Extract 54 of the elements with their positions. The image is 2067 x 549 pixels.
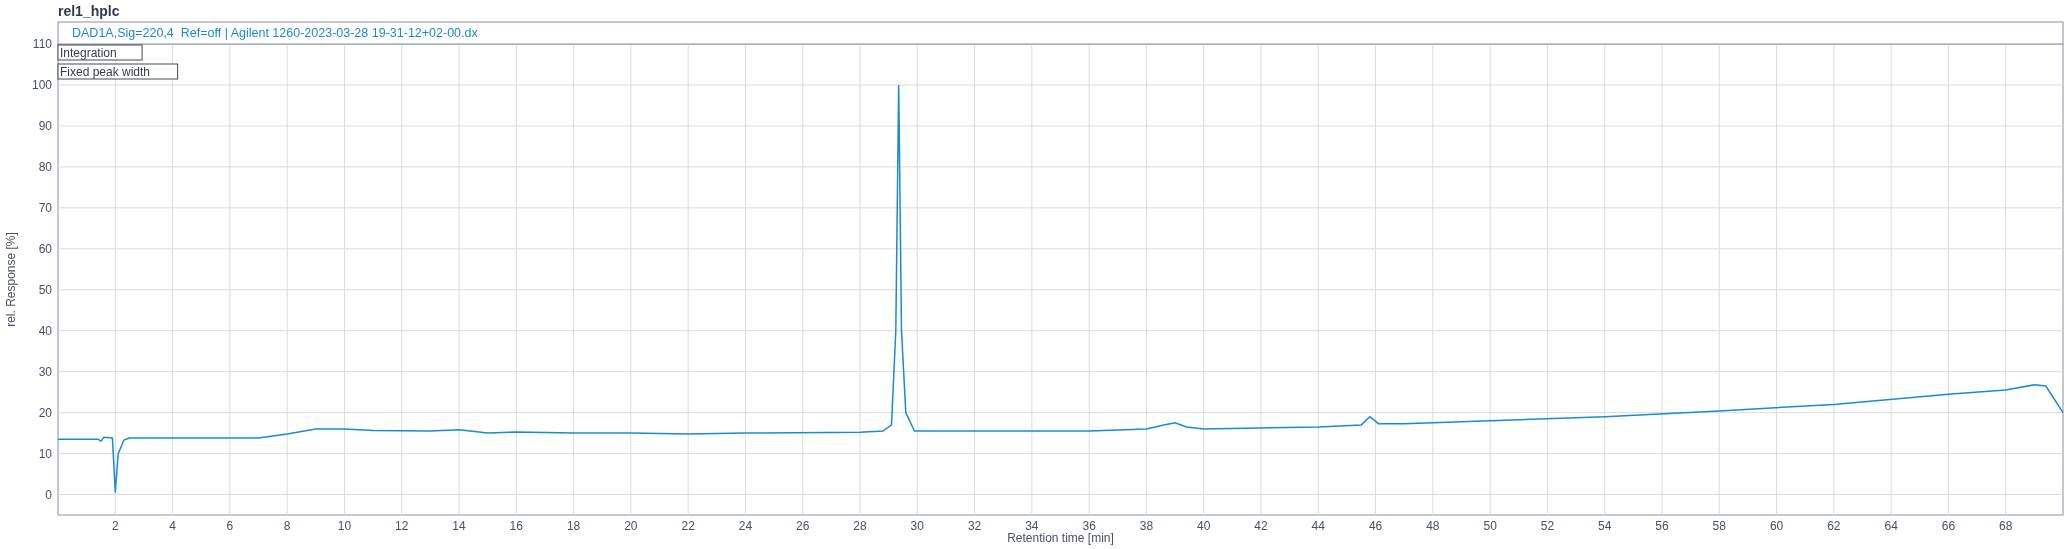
legend-label: DAD1A,Sig=220,4 Ref=off | Agilent 1260-2023-03-28 19-31-12+02-00.dx — [72, 26, 478, 40]
axis-tick-label: 46 — [1368, 519, 1383, 533]
axis-tick-label: 42 — [1254, 519, 1268, 533]
axis-tick-label: 62 — [1827, 519, 1841, 533]
axis-tick-label: 30 — [910, 519, 924, 533]
axis-tick-label: 66 — [1941, 519, 1956, 533]
axis-tick-label: 60 — [38, 241, 52, 256]
axis-tick-label: 64 — [1884, 519, 1898, 533]
axis-tick-label: 20 — [38, 405, 52, 420]
axis-tick-label: 50 — [38, 282, 52, 297]
axis-tick-label: 38 — [1139, 519, 1154, 533]
axis-tick-label: 2 — [111, 519, 119, 533]
axis-tick-label: 68 — [1999, 519, 2013, 533]
axis-tick-label: 18 — [566, 519, 581, 533]
axis-tick-label: 56 — [1655, 519, 1669, 533]
x-axis-title: Retention time [min] — [1007, 531, 1114, 545]
axis-tick-label: 58 — [1712, 519, 1726, 533]
axis-tick-label: 28 — [853, 519, 867, 533]
axis-tick-label: 10 — [38, 446, 52, 461]
axis-tick-label: 22 — [681, 519, 695, 533]
axis-tick-label: 20 — [624, 519, 638, 533]
axis-tick-label: 40 — [1197, 519, 1211, 533]
axis-tick-label: 4 — [169, 519, 176, 533]
axis-tick-label: 90 — [38, 118, 52, 133]
axis-tick-label: 60 — [1769, 519, 1784, 533]
axis-tick-label: 70 — [38, 200, 52, 215]
annotation: Fixed peak width — [60, 65, 151, 79]
axis-tick-label: 48 — [1426, 519, 1440, 533]
axis-tick-label: 32 — [967, 519, 982, 533]
axis-tick-label: 30 — [38, 364, 52, 379]
axis-tick-label: 52 — [1540, 519, 1555, 533]
axis-tick-label: 36 — [1082, 519, 1096, 533]
axis-tick-label: 100 — [31, 77, 52, 92]
axis-tick-label: 12 — [395, 519, 409, 533]
axis-tick-label: 34 — [1025, 519, 1039, 533]
axis-tick-label: 50 — [1483, 519, 1497, 533]
axis-tick-label: 10 — [337, 519, 352, 533]
axis-tick-label: 80 — [38, 159, 52, 174]
axis-tick-label: 44 — [1311, 519, 1325, 533]
axis-tick-label: 24 — [738, 519, 753, 533]
axis-tick-label: 0 — [45, 487, 52, 502]
axis-tick-label: 16 — [509, 519, 523, 533]
y-axis-title: rel. Response [%] — [4, 232, 18, 327]
axis-tick-label: 26 — [796, 519, 810, 533]
axis-tick-label: 8 — [283, 519, 291, 533]
axis-tick-label: 54 — [1598, 519, 1612, 533]
axis-tick-label: 6 — [226, 519, 234, 533]
annotation: Integration — [60, 46, 117, 60]
annotation-tag: Fixed peak width — [57, 63, 179, 80]
axis-tick-label: 110 — [32, 37, 52, 51]
annotation-tag: Integration — [57, 44, 143, 61]
axis-tick-label: 14 — [452, 519, 466, 533]
chart-title: rel1_hplc — [57, 2, 121, 20]
axis-tick-label: 40 — [38, 323, 52, 338]
